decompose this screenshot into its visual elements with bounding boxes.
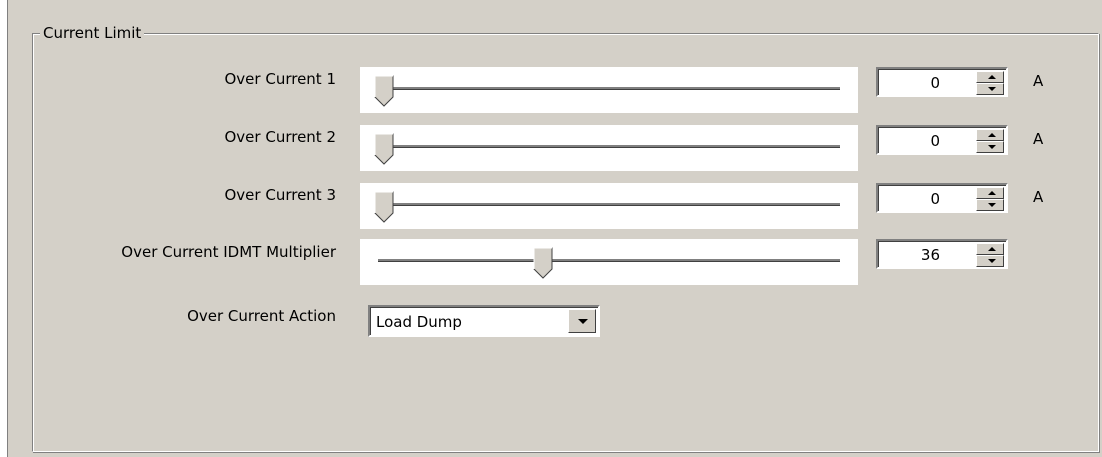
arrow-up-icon: [988, 75, 996, 79]
slider-thumb[interactable]: [374, 133, 394, 165]
arrow-down-icon: [988, 203, 996, 207]
slider-track: [378, 145, 840, 148]
arrow-up-icon: [988, 247, 996, 251]
arrow-up-icon: [988, 191, 996, 195]
spin-up-button[interactable]: [976, 71, 1004, 83]
over-current-3-slider[interactable]: [360, 183, 858, 229]
spin-down-button[interactable]: [976, 83, 1004, 95]
slider-track: [378, 259, 840, 262]
idmt-multiplier-label: Over Current IDMT Multiplier: [121, 243, 336, 261]
chevron-down-icon: [578, 319, 588, 324]
over-current-1-slider[interactable]: [360, 67, 858, 113]
idmt-multiplier-slider[interactable]: [360, 239, 858, 285]
spin-value: 0: [930, 190, 940, 208]
dropdown-selected-value: Load Dump: [376, 313, 462, 331]
arrow-down-icon: [988, 87, 996, 91]
unit-label: A: [1033, 130, 1044, 148]
over-current-2-spinbox[interactable]: 0: [876, 125, 1008, 155]
dropdown-button[interactable]: [568, 309, 596, 333]
slider-track: [378, 87, 840, 90]
over-current-1-spinbox[interactable]: 0: [876, 67, 1008, 97]
unit-label: A: [1033, 188, 1044, 206]
arrow-down-icon: [988, 259, 996, 263]
idmt-multiplier-spinbox[interactable]: 36: [876, 239, 1008, 269]
slider-thumb[interactable]: [533, 247, 553, 279]
over-current-3-label: Over Current 3: [224, 186, 337, 204]
spin-up-button[interactable]: [976, 187, 1004, 199]
spin-up-button[interactable]: [976, 129, 1004, 141]
groupbox-title: Current Limit: [40, 24, 145, 42]
spin-down-button[interactable]: [976, 255, 1004, 267]
over-current-2-slider[interactable]: [360, 125, 858, 171]
arrow-up-icon: [988, 133, 996, 137]
over-current-action-dropdown[interactable]: Load Dump: [368, 305, 600, 337]
over-current-3-spinbox[interactable]: 0: [876, 183, 1008, 213]
slider-thumb[interactable]: [374, 75, 394, 107]
over-current-2-label: Over Current 2: [224, 128, 337, 146]
spin-down-button[interactable]: [976, 141, 1004, 153]
spin-value: 0: [930, 74, 940, 92]
slider-thumb[interactable]: [374, 191, 394, 223]
spin-value: 0: [930, 132, 940, 150]
panel-edge: [0, 0, 8, 457]
over-current-action-label: Over Current Action: [187, 307, 336, 325]
over-current-1-label: Over Current 1: [224, 70, 337, 88]
slider-track: [378, 203, 840, 206]
spin-down-button[interactable]: [976, 199, 1004, 211]
arrow-down-icon: [988, 145, 996, 149]
spin-value: 36: [920, 246, 940, 264]
unit-label: A: [1033, 72, 1044, 90]
spin-up-button[interactable]: [976, 243, 1004, 255]
